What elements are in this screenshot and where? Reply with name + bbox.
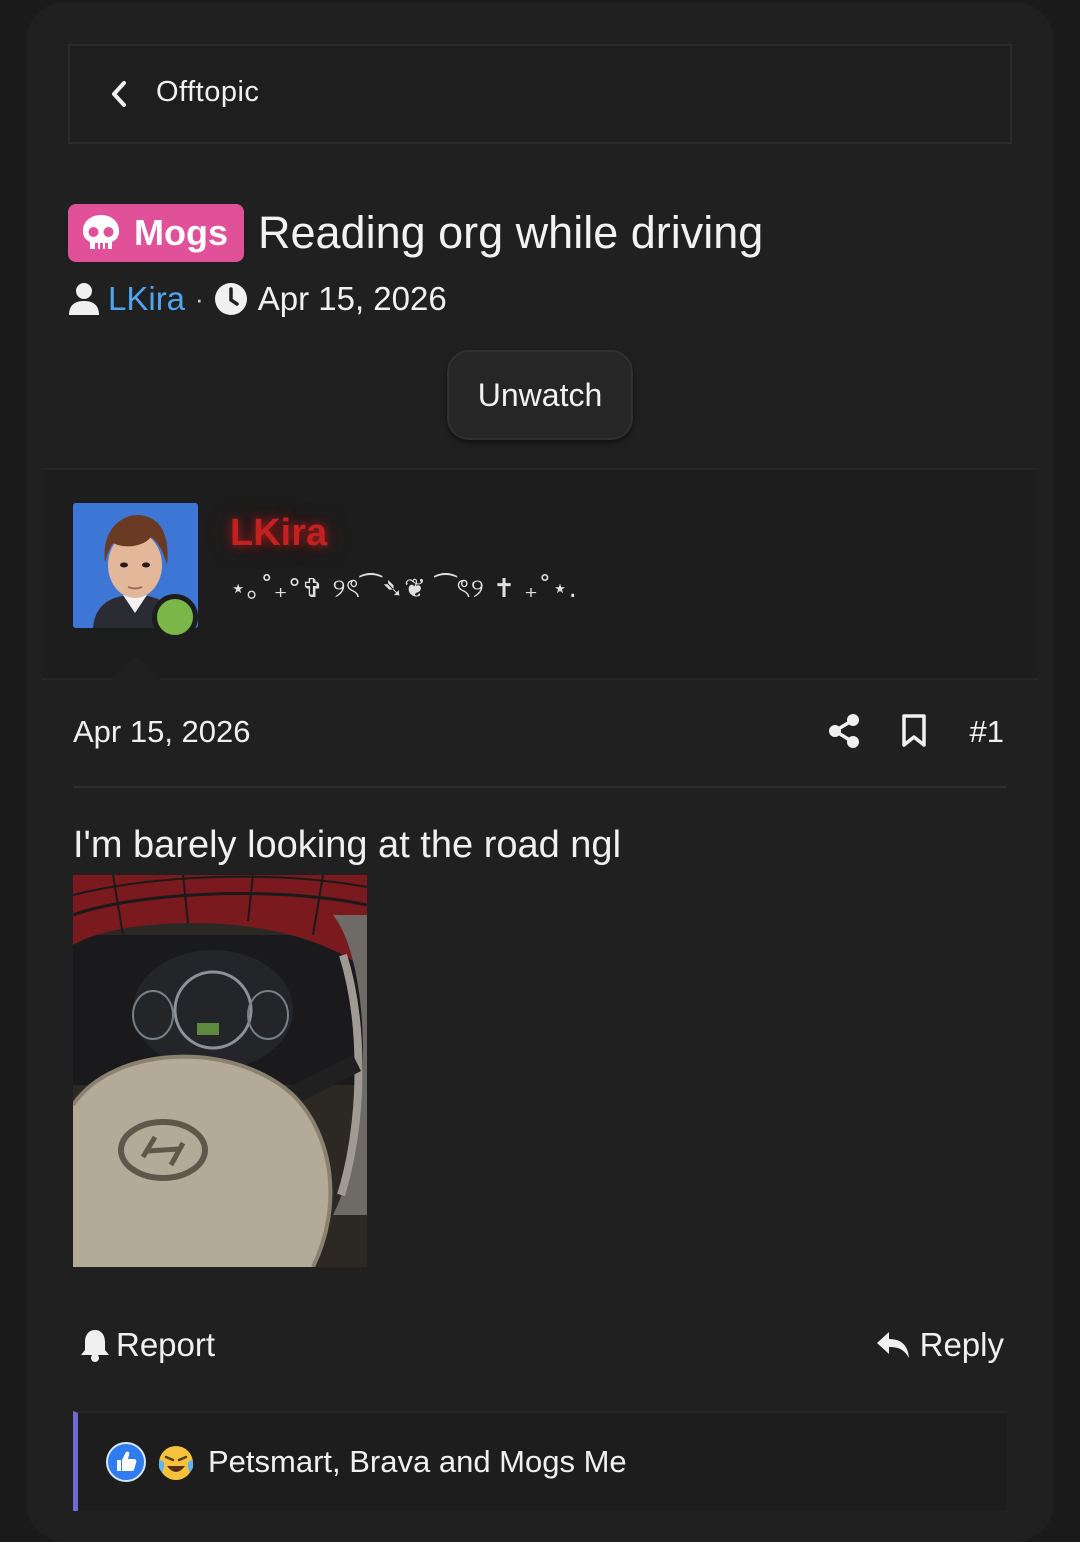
post-image-attachment[interactable] xyxy=(73,875,367,1267)
reactions-bar[interactable]: Petsmart, Brava and Mogs Me xyxy=(73,1411,1007,1511)
thread-author-link[interactable]: LKira xyxy=(108,280,185,318)
divider xyxy=(73,786,1007,788)
online-status-indicator xyxy=(152,594,198,640)
like-icon xyxy=(106,1442,146,1482)
post-header: Apr 15, 2026 #1 xyxy=(73,712,1007,756)
breadcrumb[interactable]: Offtopic xyxy=(68,44,1012,144)
laughing-crying-icon xyxy=(158,1446,194,1480)
thread-title: Reading org while driving xyxy=(258,207,764,258)
user-title: ⋆｡˚₊°✞ ୨ৎ⁀➴❦ ⁀ৎ୨ ✝ ₊˚⋆. xyxy=(230,574,578,604)
thread-meta: LKira · Apr 15, 2026 xyxy=(68,278,447,320)
bookmark-icon[interactable] xyxy=(901,714,927,748)
reply-button[interactable]: Reply xyxy=(876,1326,1004,1364)
reactions-text[interactable]: Petsmart, Brava and Mogs Me xyxy=(208,1444,627,1480)
bell-icon xyxy=(81,1330,109,1362)
user-icon xyxy=(69,283,99,315)
thread-prefix-badge[interactable]: Mogs xyxy=(68,204,244,262)
post-date[interactable]: Apr 15, 2026 xyxy=(73,714,251,750)
breadcrumb-label[interactable]: Offtopic xyxy=(156,76,259,109)
steering-wheel-photo-icon xyxy=(73,875,367,1267)
post-username[interactable]: LKira xyxy=(230,512,327,555)
card-pointer xyxy=(108,656,164,682)
meta-separator: · xyxy=(195,283,204,314)
report-label: Report xyxy=(116,1326,216,1363)
unwatch-button[interactable]: Unwatch xyxy=(447,350,633,440)
post-body-text: I'm barely looking at the road ngl xyxy=(73,824,622,866)
skull-icon xyxy=(83,215,119,249)
post-user-card: LKira ⋆｡˚₊°✞ ୨ৎ⁀➴❦ ⁀ৎ୨ ✝ ₊˚⋆. xyxy=(42,468,1038,682)
report-button[interactable]: Report xyxy=(80,1326,215,1364)
thread-title-row: Mogs Reading org while driving xyxy=(68,204,763,262)
reply-arrow-icon xyxy=(876,1332,909,1358)
chevron-left-icon xyxy=(112,81,126,107)
prefix-label: Mogs xyxy=(134,212,228,253)
post-number-link[interactable]: #1 xyxy=(970,714,1004,750)
share-icon[interactable] xyxy=(828,714,860,748)
thread-date[interactable]: Apr 15, 2026 xyxy=(258,280,447,318)
reply-label: Reply xyxy=(919,1326,1004,1363)
clock-icon xyxy=(214,283,247,315)
